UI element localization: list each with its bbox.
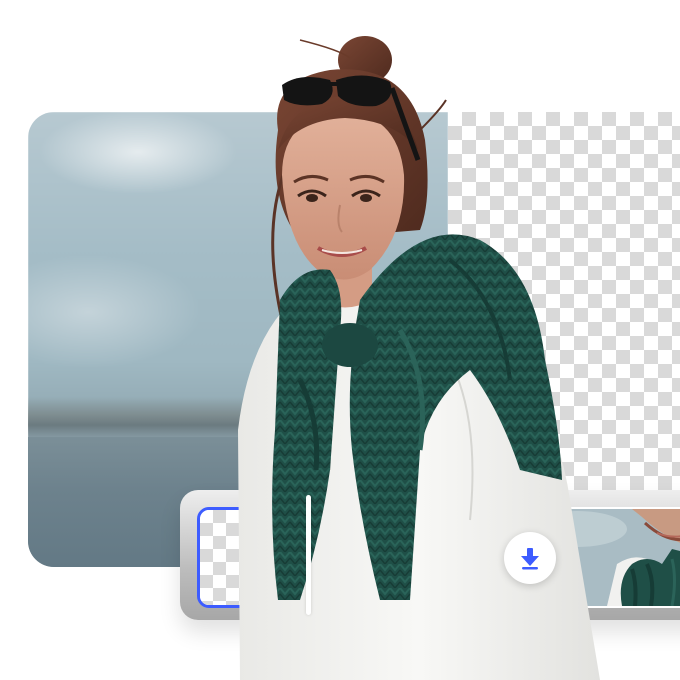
- result-thumbnail-selected[interactable]: [197, 507, 528, 608]
- original-thumbnail-photo: [537, 509, 680, 606]
- download-arrow-icon: [521, 548, 539, 570]
- original-thumbnail[interactable]: [535, 507, 680, 608]
- download-button[interactable]: [504, 532, 556, 584]
- thumbnail-transparent-background: [200, 510, 525, 605]
- original-background-horizon: [28, 397, 448, 437]
- comparison-slider-handle[interactable]: [306, 495, 311, 615]
- background-remover-showcase: [0, 0, 680, 680]
